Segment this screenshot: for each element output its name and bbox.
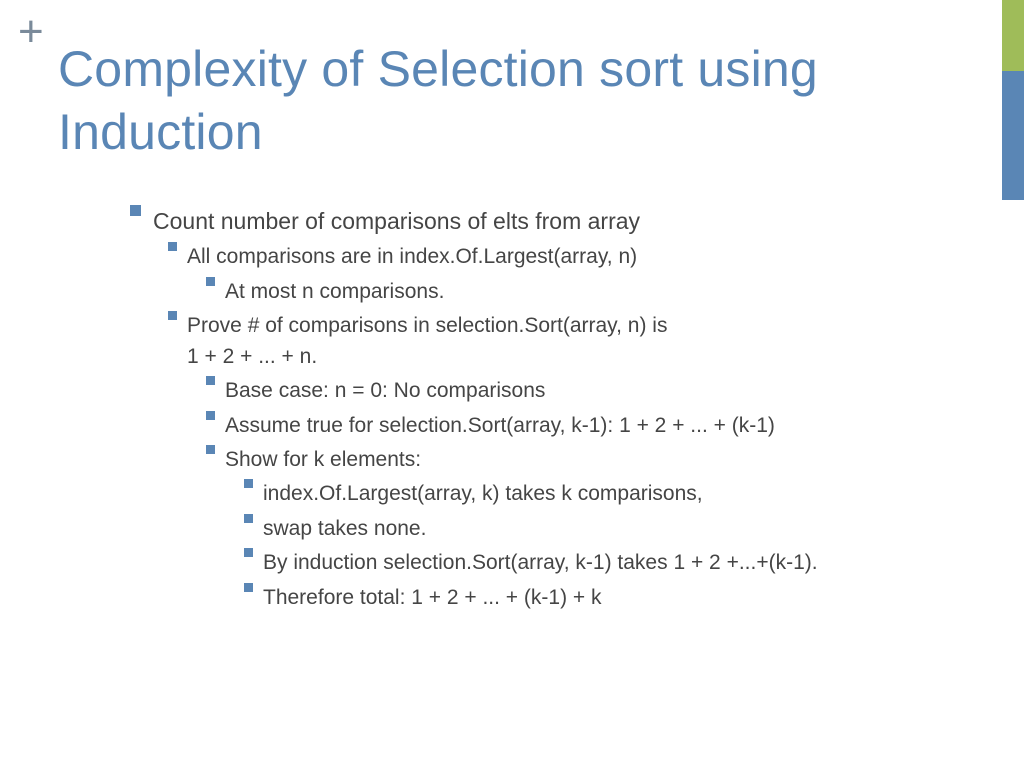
bullet-l3: Assume true for selection.Sort(array, k-…: [130, 411, 994, 441]
bullet-text-cont: 1 + 2 + ... + n.: [187, 345, 317, 368]
square-bullet-icon: [244, 583, 253, 592]
bullet-text: swap takes none.: [263, 514, 994, 544]
accent-bar: [1002, 0, 1024, 200]
square-bullet-icon: [130, 205, 141, 216]
square-bullet-icon: [206, 277, 215, 286]
bullet-l2: Prove # of comparisons in selection.Sort…: [130, 311, 994, 372]
accent-green: [1002, 0, 1024, 71]
bullet-text: Show for k elements:: [225, 445, 994, 475]
bullet-text: Base case: n = 0: No comparisons: [225, 376, 994, 406]
bullet-text: All comparisons are in index.Of.Largest(…: [187, 242, 994, 272]
accent-blue: [1002, 71, 1024, 200]
bullet-l3: Base case: n = 0: No comparisons: [130, 376, 994, 406]
square-bullet-icon: [244, 548, 253, 557]
bullet-text: Assume true for selection.Sort(array, k-…: [225, 411, 994, 441]
bullet-text-line: Prove # of comparisons in selection.Sort…: [187, 314, 667, 337]
square-bullet-icon: [206, 376, 215, 385]
bullet-text: Count number of comparisons of elts from…: [153, 205, 994, 238]
square-bullet-icon: [206, 445, 215, 454]
bullet-l4: index.Of.Largest(array, k) takes k compa…: [130, 479, 994, 509]
bullet-text: index.Of.Largest(array, k) takes k compa…: [263, 479, 994, 509]
square-bullet-icon: [168, 242, 177, 251]
bullet-l1: Count number of comparisons of elts from…: [130, 205, 994, 238]
bullet-text: By induction selection.Sort(array, k-1) …: [263, 548, 994, 578]
bullet-text: At most n comparisons.: [225, 277, 994, 307]
square-bullet-icon: [244, 514, 253, 523]
square-bullet-icon: [244, 479, 253, 488]
slide-body: Count number of comparisons of elts from…: [130, 205, 994, 617]
bullet-l4: By induction selection.Sort(array, k-1) …: [130, 548, 994, 578]
square-bullet-icon: [206, 411, 215, 420]
bullet-text: Prove # of comparisons in selection.Sort…: [187, 311, 994, 372]
bullet-l3: At most n comparisons.: [130, 277, 994, 307]
slide-title: Complexity of Selection sort using Induc…: [58, 38, 984, 163]
plus-decor: +: [18, 10, 44, 54]
bullet-l4: swap takes none.: [130, 514, 994, 544]
bullet-text: Therefore total: 1 + 2 + ... + (k-1) + k: [263, 583, 994, 613]
square-bullet-icon: [168, 311, 177, 320]
bullet-l3: Show for k elements:: [130, 445, 994, 475]
bullet-l2: All comparisons are in index.Of.Largest(…: [130, 242, 994, 272]
bullet-l4: Therefore total: 1 + 2 + ... + (k-1) + k: [130, 583, 994, 613]
